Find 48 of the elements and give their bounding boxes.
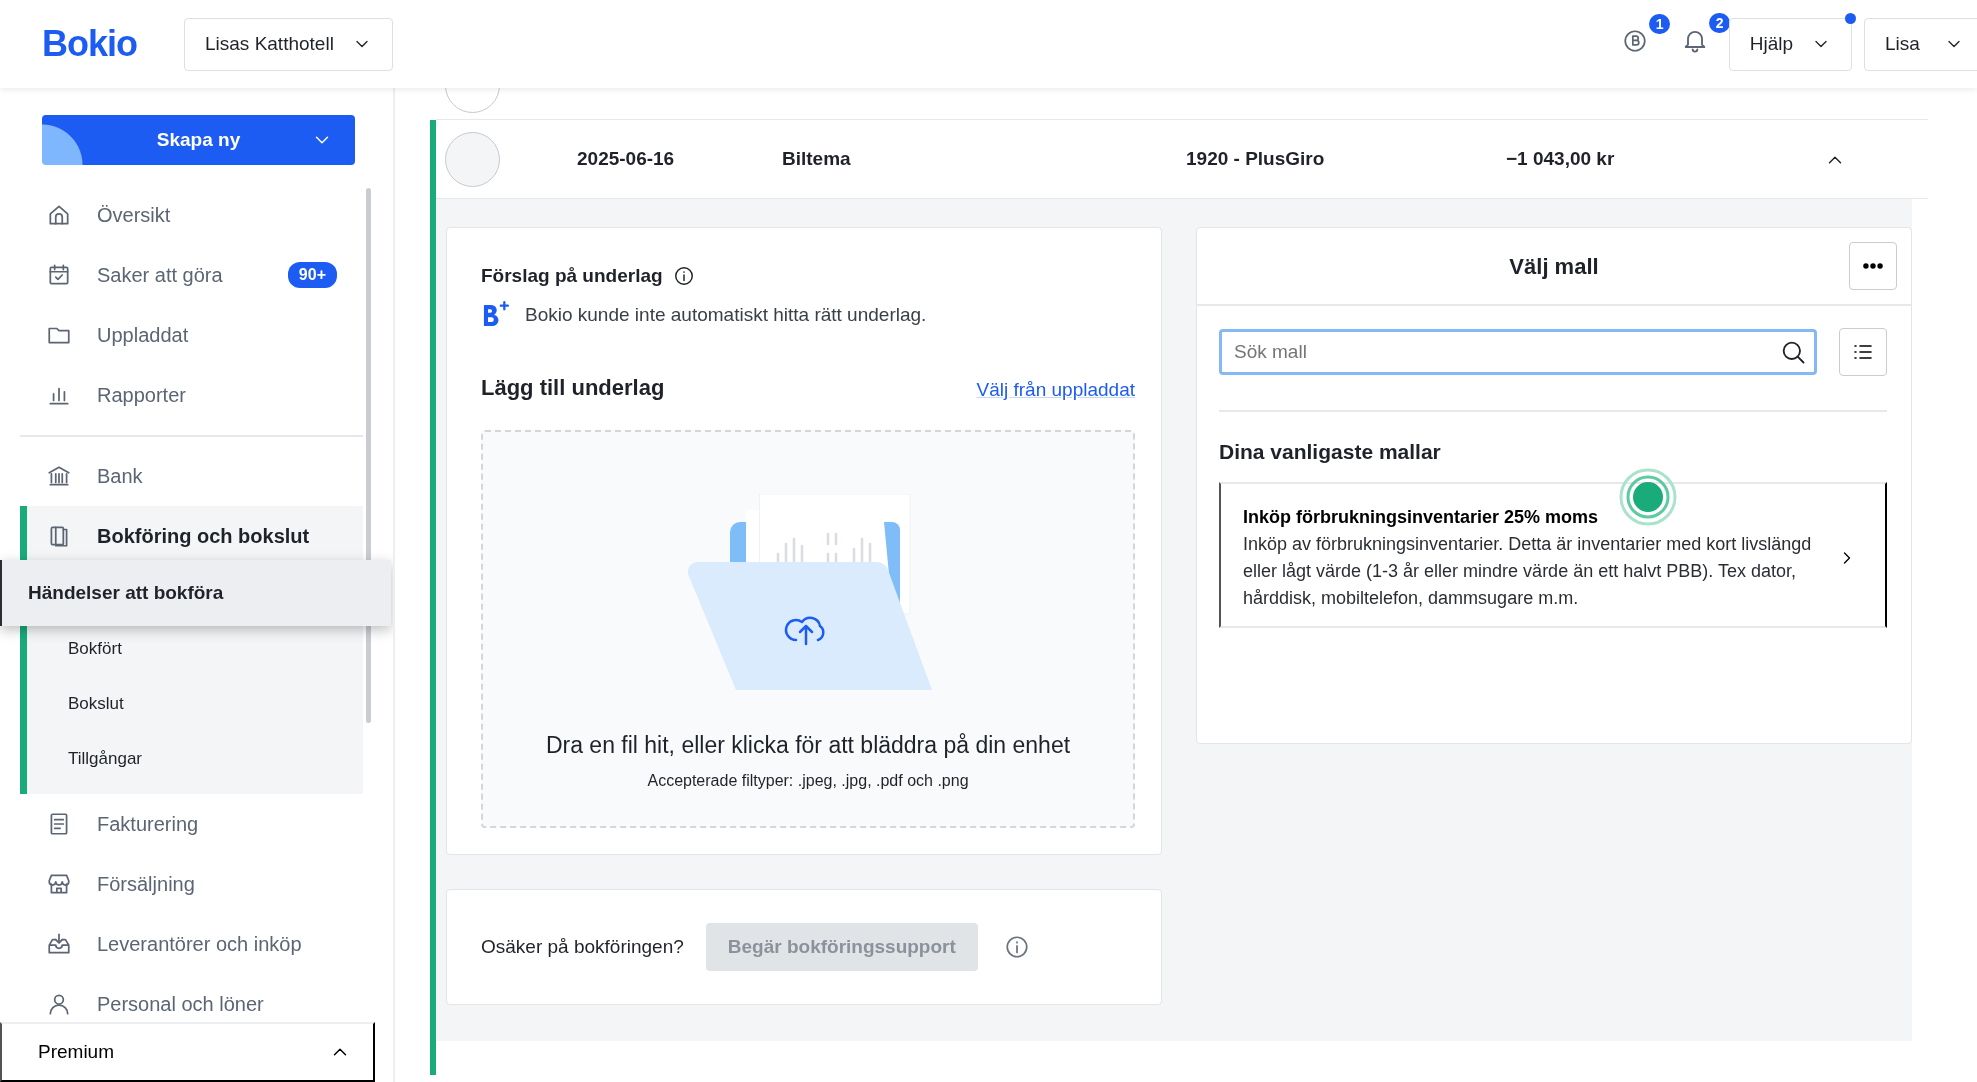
notification-count: 1 xyxy=(1648,13,1671,34)
more-icon xyxy=(1863,263,1883,269)
list-view-button[interactable] xyxy=(1839,328,1887,376)
drop-instructions: Dra en fil hit, eller klicka för att bläddra på din enhet xyxy=(545,731,1071,760)
sidebar-subitem[interactable]: Händelser att bokföra xyxy=(0,560,391,626)
sidebar-item[interactable]: Personal och löner xyxy=(0,974,363,1022)
inbox-download-icon xyxy=(46,931,72,957)
section-heading: Lägg till underlag xyxy=(481,374,665,402)
notification-count: 2 xyxy=(1708,13,1731,34)
user-menu-button[interactable]: Lisa xyxy=(1864,17,1977,71)
bokio-plus-icon xyxy=(481,300,509,329)
logo[interactable]: Bokio xyxy=(42,17,184,71)
template-title: Inköp förbrukningsinventarier 25% moms xyxy=(1243,505,1600,529)
sidebar-item[interactable]: Bank xyxy=(0,446,363,506)
status-message: Bokio kunde inte automatiskt hitta rätt underlag. xyxy=(525,302,927,327)
support-question: Osäker på bokföringen? xyxy=(481,934,684,959)
sidebar-item[interactable]: Rapporter xyxy=(0,365,363,425)
transaction-amount: −1 043,00 kr xyxy=(1506,146,1616,171)
create-new-button[interactable]: Skapa ny xyxy=(42,115,355,165)
transaction-date: 2025-06-16 xyxy=(577,146,676,171)
template-item[interactable] xyxy=(1219,481,1887,628)
calendar-check-icon xyxy=(46,262,72,288)
sidebar-item[interactable]: Försäljning xyxy=(0,854,363,914)
sidebar-item[interactable]: Uppladdat xyxy=(0,305,363,365)
section-heading: Dina vanligaste mallar xyxy=(1219,410,1887,482)
count-badge: 90+ xyxy=(287,262,337,288)
sidebar-item[interactable]: Leverantörer och inköp xyxy=(0,914,363,974)
store-icon xyxy=(46,871,72,897)
sidebar-item[interactable]: Fakturering xyxy=(0,794,363,854)
search-field[interactable]: Sök mall xyxy=(1219,329,1817,375)
file-type-hint: Accepterade filtyper: .jpeg, .jpg, .pdf och .png xyxy=(647,770,969,791)
plan-toggle[interactable]: Premium xyxy=(0,1022,375,1082)
card-title: Välj mall xyxy=(1509,252,1599,281)
company-select[interactable]: Lisas Katthotell xyxy=(184,17,393,71)
coin-icon xyxy=(1621,27,1648,54)
choose-uploaded-link[interactable]: Välj från uppladdat xyxy=(976,375,1135,404)
sidebar-item[interactable]: Översikt xyxy=(0,185,363,245)
info-icon xyxy=(1003,934,1030,960)
transaction-account: 1920 - PlusGiro xyxy=(1186,146,1326,171)
sidebar-item[interactable]: Saker att göra 90+ xyxy=(0,245,363,305)
info-icon xyxy=(672,265,695,288)
sidebar-subitem[interactable]: Bokslut xyxy=(27,676,363,731)
file-drop-zone[interactable]: Dra en fil hit, eller klicka för att bläddra på din enhet Accepterade filtyper: .jpeg, .jpg, .pdf och .png xyxy=(481,430,1135,828)
template-description: Inköp av förbrukningsinventarier. Detta är inventarier med kort livslängd eller lågt värde (1-3 år eller mindre värde än ett halvt PBB). Tex dator, hårddisk, mobiltelefon, dammsugare m.m. xyxy=(1243,532,1813,610)
more-options-button[interactable] xyxy=(1849,242,1897,290)
section-title: Förslag på underlag xyxy=(481,264,663,288)
sidebar-subitem[interactable]: Tillgångar xyxy=(27,731,363,786)
transaction-description: Biltema xyxy=(782,146,852,171)
